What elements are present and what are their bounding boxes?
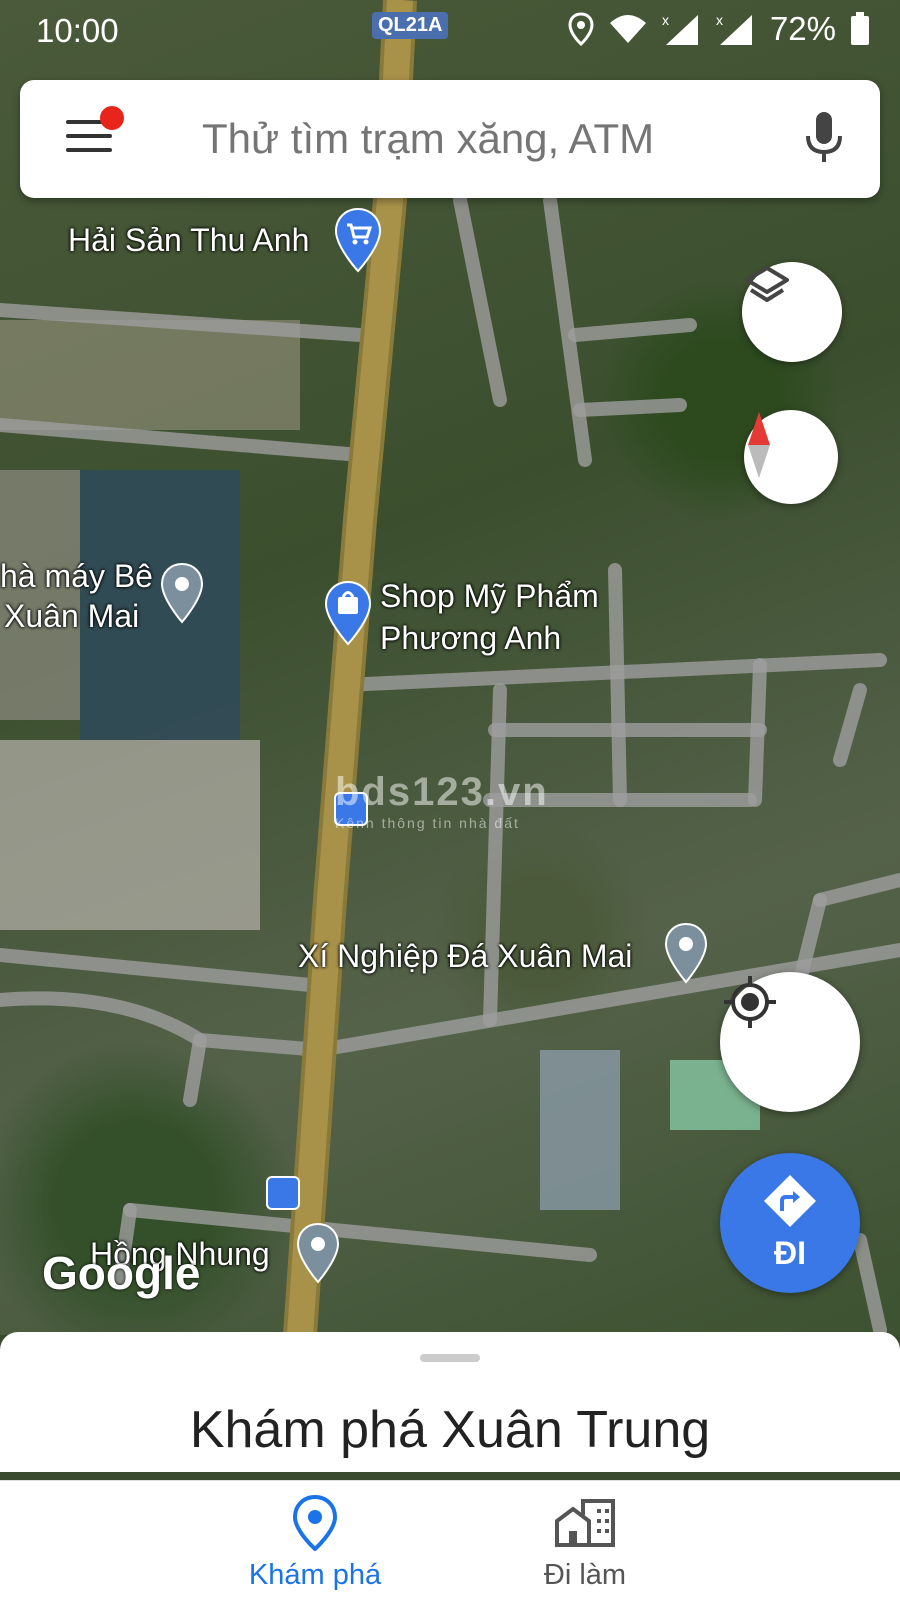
status-bar: 10:00 x x 72%	[0, 0, 900, 62]
explore-sheet[interactable]: Khám phá Xuân Trung	[0, 1332, 900, 1472]
directions-go-button[interactable]: ĐI	[720, 1153, 860, 1293]
watermark: bds123.vn Kênh thông tin nhà đất	[335, 770, 549, 831]
location-pin-icon	[293, 1495, 337, 1551]
svg-text:x: x	[662, 12, 669, 28]
google-logo: Google	[42, 1247, 201, 1299]
directions-icon	[764, 1175, 816, 1227]
go-label: ĐI	[774, 1235, 806, 1271]
search-input[interactable]	[200, 108, 724, 170]
sheet-drag-handle[interactable]	[420, 1354, 480, 1362]
place-label-shop-line-2[interactable]: Phương Anh	[380, 620, 561, 657]
location-icon	[568, 12, 594, 46]
place-label-xi-nghiep[interactable]: Xí Nghiệp Đá Xuân Mai	[298, 938, 632, 975]
microphone-icon	[806, 112, 842, 162]
notification-dot	[100, 106, 124, 130]
bottom-navigation: Khám phá Đi làm	[0, 1480, 900, 1601]
battery-icon	[851, 12, 869, 45]
place-label-hai-san[interactable]: Hải Sản Thu Anh	[68, 222, 309, 259]
my-location-button[interactable]	[720, 972, 860, 1112]
place-label-nha-may-line-1[interactable]: hà máy Bê	[0, 558, 153, 595]
my-location-icon	[724, 976, 776, 1028]
place-label-shop-line-1[interactable]: Shop Mỹ Phẩm	[380, 578, 599, 615]
layers-icon	[745, 266, 789, 302]
voice-search-button[interactable]	[804, 110, 844, 171]
bus-stop-icon[interactable]	[266, 1176, 300, 1210]
wifi-icon	[609, 15, 646, 43]
nav-tab-explore[interactable]: Khám phá	[205, 1481, 425, 1601]
battery-percent: 72%	[769, 10, 836, 47]
search-bar[interactable]	[20, 80, 880, 198]
svg-text:x: x	[716, 12, 723, 28]
signal-icon: x	[662, 12, 698, 45]
nav-tab-label: Đi làm	[543, 1559, 627, 1591]
compass-icon	[748, 412, 770, 478]
map-view[interactable]: QL21A Hải Sản Thu Anh hà máy Bê Xuân Mai…	[0, 0, 900, 1335]
place-label-nha-may-line-2[interactable]: Xuân Mai	[4, 598, 139, 635]
signal-icon: x	[716, 12, 752, 45]
nav-tab-label: Khám phá	[248, 1559, 382, 1591]
status-time: 10:00	[36, 12, 119, 49]
compass-button[interactable]	[744, 410, 838, 504]
nav-tab-commute[interactable]: Đi làm	[475, 1481, 695, 1601]
layers-button[interactable]	[742, 262, 842, 362]
sheet-title: Khám phá Xuân Trung	[189, 1401, 711, 1459]
map-roads	[0, 0, 900, 1335]
buildings-icon	[555, 1499, 615, 1547]
